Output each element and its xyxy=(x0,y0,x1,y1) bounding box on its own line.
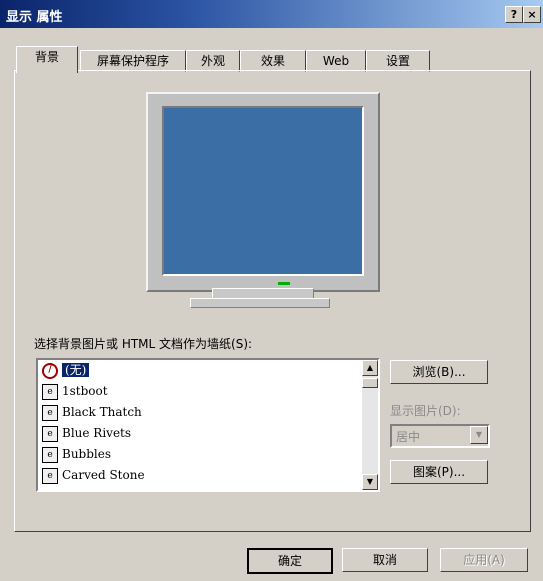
list-item[interactable]: e Bubbles xyxy=(38,444,378,465)
display-mode-label: 显示图片(D): xyxy=(390,404,461,418)
tab-effects[interactable]: 效果 xyxy=(240,50,306,72)
html-doc-icon: e xyxy=(42,426,58,442)
display-properties-window: 显示 属性 ? × 背景 屏幕保护程序 外观 效果 Web 设置 选择背景图片或… xyxy=(0,0,543,581)
scroll-down-icon[interactable]: ▼ xyxy=(362,474,378,490)
scroll-up-icon[interactable]: ▲ xyxy=(362,360,378,376)
desktop-preview xyxy=(162,106,364,276)
tab-background[interactable]: 背景 xyxy=(16,46,78,73)
monitor-base xyxy=(190,298,330,308)
pattern-button[interactable]: 图案(P)... xyxy=(390,460,488,484)
html-doc-icon: e xyxy=(42,405,58,421)
chevron-down-icon[interactable]: ▼ xyxy=(470,426,488,444)
list-item[interactable]: e 1stboot xyxy=(38,381,378,402)
list-item-label: Blue Rivets xyxy=(62,426,132,440)
list-item[interactable]: / (无) xyxy=(38,360,378,381)
display-mode-select[interactable]: 居中 ▼ xyxy=(390,424,490,448)
list-item-label: 1stboot xyxy=(62,384,108,398)
close-button[interactable]: × xyxy=(523,6,541,23)
tab-screensaver[interactable]: 屏幕保护程序 xyxy=(80,50,186,72)
html-doc-icon: e xyxy=(42,384,58,400)
power-led xyxy=(278,282,290,285)
display-mode-value: 居中 xyxy=(396,430,421,444)
html-doc-icon: e xyxy=(42,468,58,484)
title-bar[interactable]: 显示 属性 ? × xyxy=(0,0,543,28)
browse-button[interactable]: 浏览(B)... xyxy=(390,360,488,384)
list-item[interactable]: e Blue Rivets xyxy=(38,423,378,444)
list-item-label: Carved Stone xyxy=(62,468,145,482)
ok-button[interactable]: 确定 xyxy=(247,548,333,574)
list-item[interactable]: e Carved Stone xyxy=(38,465,378,486)
list-item-label: (无) xyxy=(62,363,90,377)
apply-button[interactable]: 应用(A) xyxy=(440,548,528,572)
wallpaper-label: 选择背景图片或 HTML 文档作为墙纸(S): xyxy=(34,337,253,351)
list-item-label: Bubbles xyxy=(62,447,112,461)
tab-appearance[interactable]: 外观 xyxy=(186,50,240,72)
monitor-preview xyxy=(146,92,380,292)
cancel-button[interactable]: 取消 xyxy=(342,548,428,572)
list-item[interactable]: e Black Thatch xyxy=(38,402,378,423)
html-doc-icon: e xyxy=(42,447,58,463)
window-title: 显示 属性 xyxy=(6,10,63,25)
tab-web[interactable]: Web xyxy=(306,50,366,72)
none-icon: / xyxy=(42,363,58,379)
list-scrollbar[interactable]: ▲ ▼ xyxy=(362,360,378,490)
tab-settings[interactable]: 设置 xyxy=(366,50,430,72)
list-item-label: Black Thatch xyxy=(62,405,142,419)
wallpaper-list[interactable]: / (无) e 1stboot e Black Thatch e Blue Ri… xyxy=(36,358,380,492)
help-button[interactable]: ? xyxy=(505,6,523,23)
scroll-thumb[interactable] xyxy=(362,378,378,388)
